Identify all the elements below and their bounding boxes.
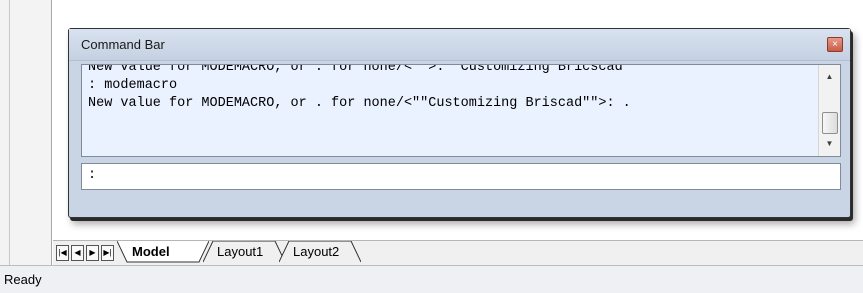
status-text: Ready xyxy=(4,272,42,287)
next-tab-icon[interactable]: ▶ xyxy=(86,245,99,261)
command-input[interactable] xyxy=(100,166,836,187)
scroll-thumb[interactable] xyxy=(822,112,838,134)
status-bar: Ready xyxy=(0,265,863,293)
prev-tab-icon[interactable]: ◀ xyxy=(71,245,84,261)
tab-label: Layout2 xyxy=(293,244,340,259)
command-bar-titlebar[interactable]: Command Bar × xyxy=(69,29,850,61)
scroll-down-icon[interactable]: ▼ xyxy=(819,136,840,152)
scroll-up-icon[interactable]: ▲ xyxy=(819,69,840,85)
command-prompt: : xyxy=(88,168,97,183)
tab-layout2[interactable]: Layout2 xyxy=(279,241,361,263)
history-scrollbar[interactable]: ▲ ▼ xyxy=(818,65,840,156)
tab-model[interactable]: Model xyxy=(117,241,209,263)
command-bar-window[interactable]: Command Bar × New value for MODEMACRO, o… xyxy=(68,28,851,218)
command-bar-title: Command Bar xyxy=(81,37,165,52)
tab-label: Layout1 xyxy=(217,244,264,259)
history-line: : modemacro xyxy=(88,78,178,93)
close-button[interactable]: × xyxy=(827,37,843,52)
layout-tab-bar: |◀ ◀ ▶ ▶| Model Layout1 Layout2 xyxy=(53,240,863,265)
tab-label: Model xyxy=(132,244,170,259)
last-tab-icon[interactable]: ▶| xyxy=(101,245,114,261)
left-ruler xyxy=(0,0,52,265)
tab-layout1[interactable]: Layout1 xyxy=(203,241,285,263)
command-input-area[interactable]: : xyxy=(81,163,841,190)
command-history-text: New value for MODEMACRO, or . for none/<… xyxy=(88,64,814,113)
history-line: New value for MODEMACRO, or . for none/<… xyxy=(88,96,631,111)
command-history[interactable]: New value for MODEMACRO, or . for none/<… xyxy=(81,64,841,157)
history-line: New value for MODEMACRO, or . for none/<… xyxy=(88,64,631,75)
first-tab-icon[interactable]: |◀ xyxy=(56,245,69,261)
